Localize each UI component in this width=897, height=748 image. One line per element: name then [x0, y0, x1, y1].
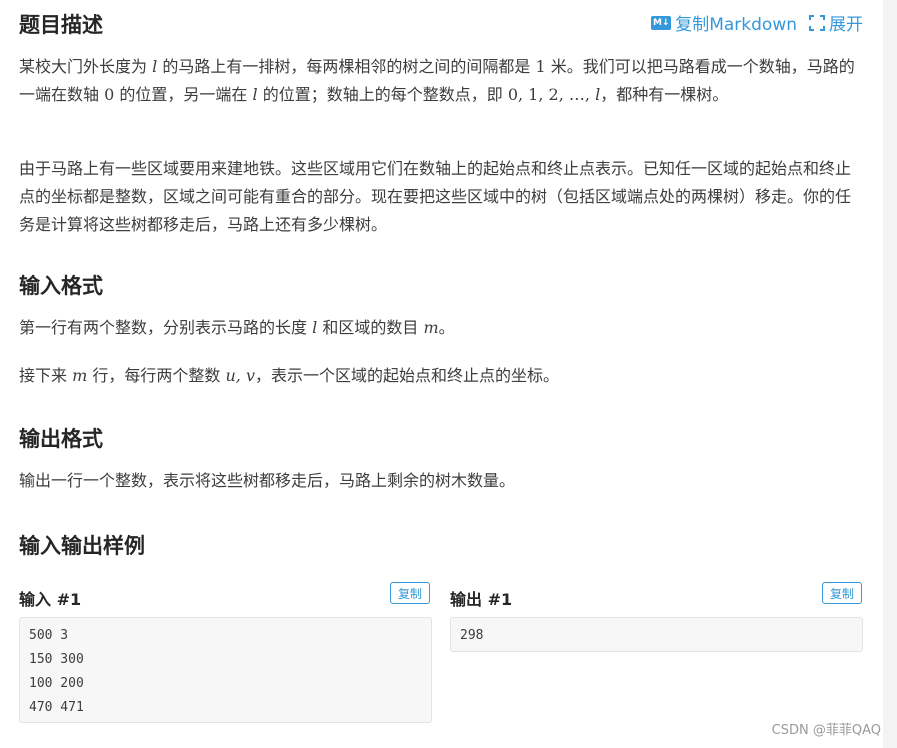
expand-button[interactable]: 展开 — [809, 10, 863, 35]
scrollbar[interactable] — [883, 0, 897, 748]
sample-input-box[interactable]: 500 3 150 300 100 200 470 471 — [19, 617, 432, 723]
expand-label: 展开 — [829, 15, 863, 35]
sample-input-line: 470 471 — [29, 700, 84, 715]
watermark: CSDN @菲菲QAQ — [771, 723, 881, 738]
samples-heading: 输入输出样例 — [19, 534, 145, 558]
toolbar: M↓ 复制Markdown 展开 — [651, 10, 863, 35]
sample-output-label: 输出 #1 — [450, 590, 513, 609]
output-format-paragraph: 输出一行一个整数，表示将这些树都移走后，马路上剩余的树木数量。 — [19, 471, 516, 490]
description-paragraph-1: 某校大门外长度为 l 的马路上有一排树，每两棵相邻的树之间的间隔都是 1 米。我… — [19, 57, 855, 104]
copy-output-button[interactable]: 复制 — [822, 582, 862, 604]
sample-input-line: 150 300 — [29, 652, 84, 667]
expand-icon — [809, 14, 825, 31]
description-paragraph-2: 由于马路上有一些区域要用来建地铁。这些区域用它们在数轴上的起始点和终止点表示。已… — [19, 159, 852, 234]
sample-output-box[interactable]: 298 — [450, 617, 863, 652]
markdown-icon: M↓ — [651, 15, 672, 30]
sample-input-line: 500 3 — [29, 628, 69, 643]
copy-input-button[interactable]: 复制 — [390, 582, 430, 604]
copy-markdown-label: 复制Markdown — [675, 15, 797, 35]
output-format-heading: 输出格式 — [19, 427, 103, 451]
description-heading: 题目描述 — [19, 13, 103, 37]
problem-page: M↓ 复制Markdown 展开 题目描述 某校大门外长度为 l 的马路上有一排… — [0, 0, 897, 748]
copy-markdown-button[interactable]: M↓ 复制Markdown — [651, 10, 797, 35]
input-format-heading: 输入格式 — [19, 274, 103, 298]
input-format-paragraph-2: 接下来 m 行，每行两个整数 u, v，表示一个区域的起始点和终止点的坐标。 — [19, 366, 560, 385]
sample-output-line: 298 — [460, 628, 484, 643]
sample-input-label: 输入 #1 — [19, 590, 82, 609]
sample-input-line: 100 200 — [29, 676, 84, 691]
input-format-paragraph-1: 第一行有两个整数，分别表示马路的长度 l 和区域的数目 m。 — [19, 318, 455, 337]
